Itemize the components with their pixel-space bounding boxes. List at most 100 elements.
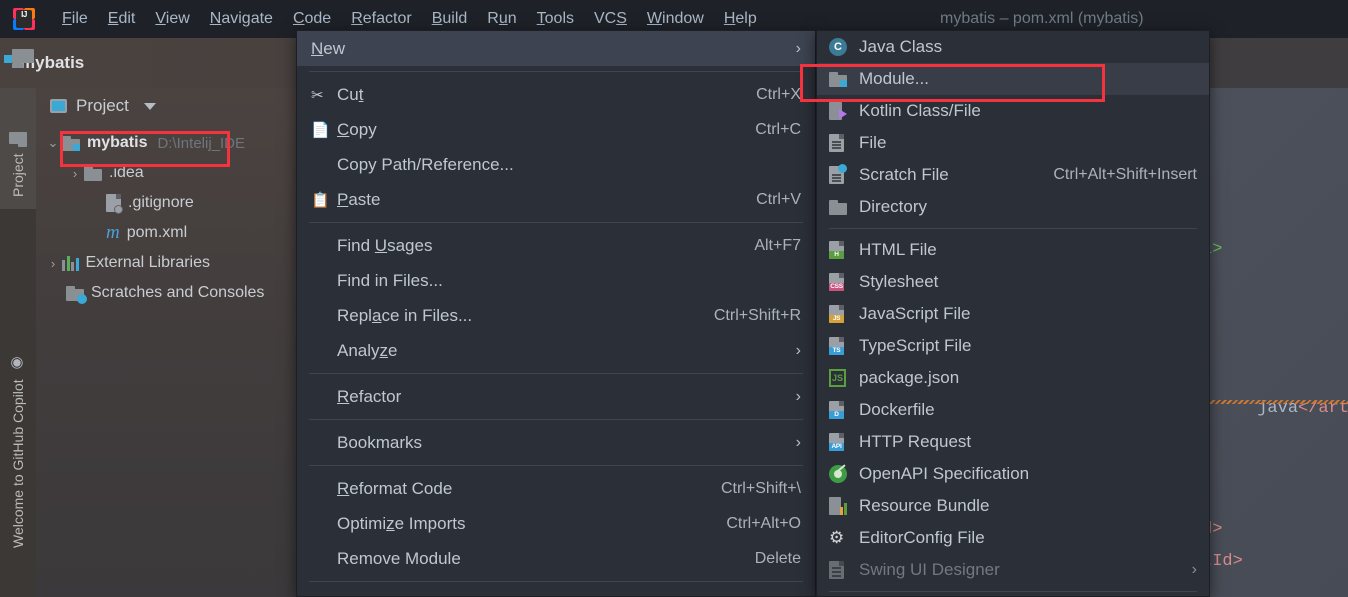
submenu-item-http-request[interactable]: API HTTP Request	[817, 426, 1209, 458]
project-header-label: Project	[76, 96, 129, 115]
submenu-item-javascript-file[interactable]: JS JavaScript File	[817, 298, 1209, 330]
tree-label-idea: .idea	[109, 164, 144, 181]
submenu-item-label: File	[859, 133, 887, 152]
context-item-shortcut: Ctrl+Alt+O	[726, 514, 801, 532]
submenu-item-package-json[interactable]: JS package.json	[817, 362, 1209, 394]
context-item-label: Cut	[337, 84, 364, 104]
menu-separator	[309, 222, 803, 223]
menu-separator	[309, 71, 803, 72]
tree-node-external-libraries[interactable]: › External Libraries	[36, 248, 296, 278]
folder-icon	[84, 165, 102, 181]
submenu-item-kotlin-class[interactable]: Kotlin Class/File	[817, 95, 1209, 127]
sidebar-tab-copilot[interactable]: Welcome to GitHub Copilot ◉	[0, 288, 36, 548]
project-panel-header[interactable]: Project	[36, 88, 296, 124]
context-menu-item-build-module[interactable]: Build Module 'mybatis'	[297, 587, 815, 597]
context-item-shortcut: Ctrl+Shift+R	[713, 306, 801, 324]
submenu-item-label: Kotlin Class/File	[859, 101, 981, 120]
tool-window-copilot-label: Welcome to GitHub Copilot	[10, 379, 26, 548]
menu-separator	[309, 581, 803, 582]
context-item-label: Find Usages	[337, 235, 433, 255]
menu-separator	[309, 373, 803, 374]
java-class-icon: C	[829, 38, 859, 56]
new-submenu[interactable]: C Java Class Module... Kotlin Class/File	[816, 30, 1210, 597]
submenu-item-swing-ui-designer[interactable]: Swing UI Designer ›	[817, 554, 1209, 586]
project-window-icon	[50, 99, 67, 113]
submenu-item-html-file[interactable]: H HTML File	[817, 234, 1209, 266]
submenu-item-label: Resource Bundle	[859, 496, 990, 515]
context-menu-item-optimize-imports[interactable]: Optimize Imports Ctrl+Alt+O	[297, 506, 815, 541]
tree-node-scratches[interactable]: Scratches and Consoles	[36, 278, 296, 308]
submenu-item-dockerfile[interactable]: D Dockerfile	[817, 394, 1209, 426]
context-menu[interactable]: New › ✂ Cut Ctrl+X 📄 Copy Ctrl+C Copy Pa…	[296, 30, 816, 597]
submenu-item-label: TypeScript File	[859, 336, 972, 355]
context-menu-item-reformat-code[interactable]: Reformat Code Ctrl+Shift+\	[297, 471, 815, 506]
submenu-item-label: HTML File	[859, 240, 937, 259]
submenu-item-typescript-file[interactable]: TS TypeScript File	[817, 330, 1209, 362]
context-menu-item-find-in-files[interactable]: Find in Files...	[297, 263, 815, 298]
submenu-item-file[interactable]: File	[817, 127, 1209, 159]
gitignore-file-icon	[106, 194, 123, 214]
submenu-item-resource-bundle[interactable]: Resource Bundle	[817, 490, 1209, 522]
context-item-shortcut: Ctrl+C	[755, 120, 801, 138]
context-menu-item-analyze[interactable]: Analyze ›	[297, 333, 815, 368]
submenu-item-label: JavaScript File	[859, 304, 971, 323]
chevron-right-icon: ›	[795, 433, 801, 451]
context-item-shortcut: Ctrl+V	[756, 190, 801, 208]
context-menu-item-refactor[interactable]: Refactor ›	[297, 379, 815, 414]
menu-file[interactable]: File	[52, 0, 98, 38]
module-folder-icon	[829, 71, 859, 87]
tree-node-mybatis[interactable]: ⌄ mybatis D:\Intelij_IDE	[36, 128, 296, 158]
chevron-collapsed-icon[interactable]: ›	[44, 256, 62, 271]
menu-navigate[interactable]: Navigate	[200, 0, 283, 38]
context-menu-item-new[interactable]: New ›	[297, 31, 815, 66]
tree-label-mybatis: mybatis	[87, 134, 148, 151]
submenu-item-stylesheet[interactable]: CSS Stylesheet	[817, 266, 1209, 298]
context-menu-item-replace-in-files[interactable]: Replace in Files... Ctrl+Shift+R	[297, 298, 815, 333]
chevron-right-icon: ›	[795, 387, 801, 405]
tree-node-pomxml[interactable]: m pom.xml	[36, 218, 296, 248]
context-item-label: Bookmarks	[337, 432, 423, 452]
file-icon	[829, 134, 859, 152]
submenu-item-java-class[interactable]: C Java Class	[817, 31, 1209, 63]
context-menu-item-remove-module[interactable]: Remove Module Delete	[297, 541, 815, 576]
menu-view[interactable]: View	[145, 0, 199, 38]
context-menu-item-find-usages[interactable]: Find Usages Alt+F7	[297, 228, 815, 263]
context-item-label: Paste	[337, 189, 381, 209]
context-item-label: Copy	[337, 119, 377, 139]
context-item-label: Remove Module	[337, 548, 461, 568]
context-item-label: New	[311, 38, 346, 58]
project-tree: ⌄ mybatis D:\Intelij_IDE › .idea .gitign…	[36, 124, 296, 308]
submenu-item-scratch-file[interactable]: Scratch File Ctrl+Alt+Shift+Insert	[817, 159, 1209, 191]
intellij-window: IJ File Edit View Navigate Code Refactor…	[0, 0, 1348, 597]
submenu-item-editorconfig-file[interactable]: ⚙ EditorConfig File	[817, 522, 1209, 554]
chevron-down-icon[interactable]	[143, 102, 156, 110]
menu-edit[interactable]: Edit	[98, 0, 146, 38]
context-item-shortcut: Ctrl+Shift+\	[720, 479, 801, 497]
submenu-item-label: Stylesheet	[859, 272, 939, 291]
editor-warning-squiggle	[1196, 400, 1348, 404]
chevron-right-icon: ›	[795, 341, 801, 359]
context-menu-item-paste[interactable]: 📋 Paste Ctrl+V	[297, 182, 815, 217]
submenu-item-label: EditorConfig File	[859, 528, 985, 547]
submenu-item-openapi-specification[interactable]: OpenAPI Specification	[817, 458, 1209, 490]
tree-label-external-libraries: External Libraries	[85, 254, 211, 271]
scratches-icon	[66, 285, 87, 304]
tree-node-gitignore[interactable]: .gitignore	[36, 188, 296, 218]
docker-file-icon: D	[829, 401, 859, 419]
tree-node-idea[interactable]: › .idea	[36, 158, 296, 188]
ts-file-icon: TS	[829, 337, 859, 355]
context-menu-item-cut[interactable]: ✂ Cut Ctrl+X	[297, 77, 815, 112]
scratch-file-icon	[829, 164, 859, 184]
context-menu-item-copy[interactable]: 📄 Copy Ctrl+C	[297, 112, 815, 147]
chevron-expanded-icon[interactable]: ⌄	[44, 135, 62, 151]
chevron-collapsed-icon[interactable]: ›	[66, 166, 84, 181]
submenu-item-module[interactable]: Module...	[817, 63, 1209, 95]
context-item-label: Find in Files...	[337, 270, 443, 290]
module-folder-icon	[62, 135, 80, 151]
context-menu-item-bookmarks[interactable]: Bookmarks ›	[297, 425, 815, 460]
submenu-item-shortcut: Ctrl+Alt+Shift+Insert	[1053, 166, 1197, 183]
context-item-shortcut: Alt+F7	[754, 236, 801, 254]
submenu-item-directory[interactable]: Directory	[817, 191, 1209, 223]
context-menu-item-copy-path[interactable]: Copy Path/Reference...	[297, 147, 815, 182]
sidebar-tab-project[interactable]: Project	[0, 102, 36, 197]
